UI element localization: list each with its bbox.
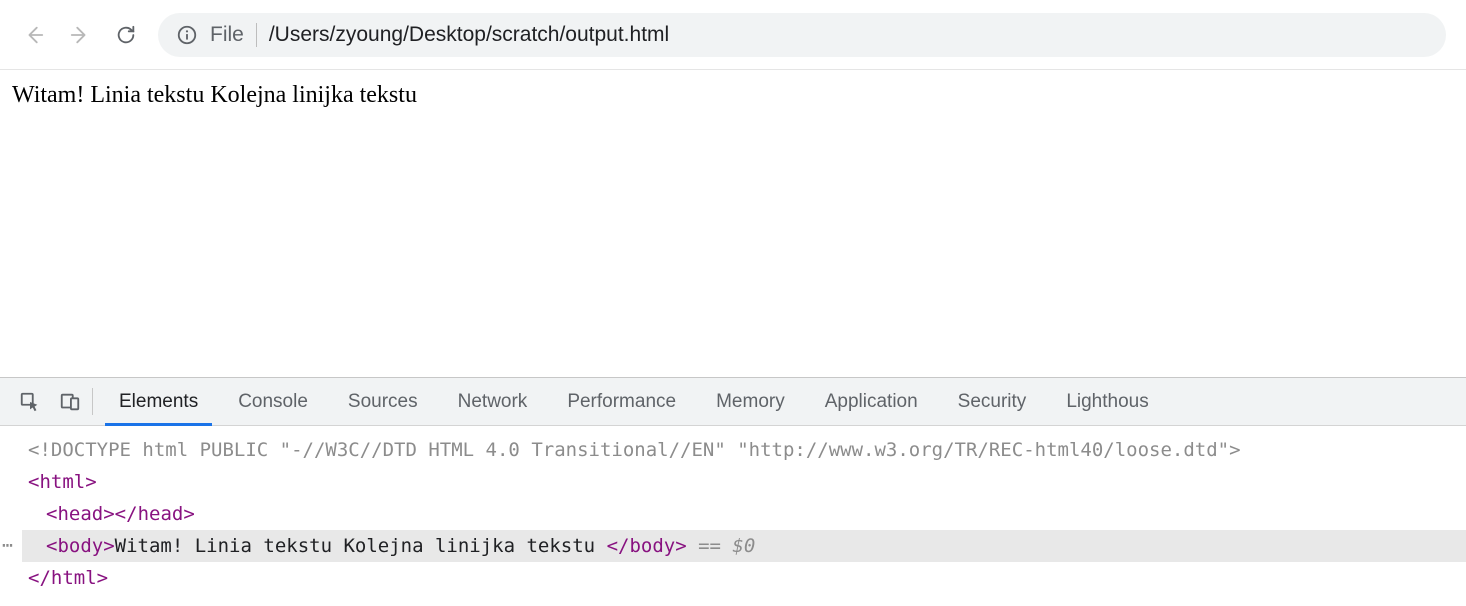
selected-node-indicator: == $0 [687,535,756,557]
tab-security[interactable]: Security [938,378,1047,425]
body-text-node: Witam! Linia tekstu Kolejna linijka teks… [115,535,607,557]
dom-html-close[interactable]: </html> [22,562,1466,594]
url-path: /Users/zyoung/Desktop/scratch/output.htm… [269,23,669,47]
tab-performance[interactable]: Performance [547,378,696,425]
dom-html-open[interactable]: <html> [22,466,1466,498]
tab-label: Performance [567,391,676,413]
back-button[interactable] [20,21,48,49]
expand-dots-icon[interactable]: ⋯ [2,530,14,562]
tab-label: Console [238,391,308,413]
tab-application[interactable]: Application [805,378,938,425]
elements-tree[interactable]: <!DOCTYPE html PUBLIC "-//W3C//DTD HTML … [0,426,1466,606]
tab-console[interactable]: Console [218,378,328,425]
inspect-element-button[interactable] [10,378,50,425]
address-divider [256,23,257,47]
info-icon[interactable] [176,24,198,46]
arrow-left-icon [23,24,45,46]
tab-lighthouse[interactable]: Lighthous [1046,378,1168,425]
doctype-text: <!DOCTYPE html PUBLIC "-//W3C//DTD HTML … [28,439,1241,461]
page-body: Witam! Linia tekstu Kolejna linijka teks… [0,70,1466,377]
tab-network[interactable]: Network [438,378,548,425]
url-scheme: File [210,23,244,47]
address-bar[interactable]: File /Users/zyoung/Desktop/scratch/outpu… [158,13,1446,57]
tab-memory[interactable]: Memory [696,378,805,425]
device-icon [59,391,81,413]
tab-label: Application [825,391,918,413]
dom-head[interactable]: <head></head> [22,498,1466,530]
forward-button[interactable] [66,21,94,49]
devtools-tab-divider [92,388,93,415]
tab-elements[interactable]: Elements [99,378,218,425]
browser-toolbar: File /Users/zyoung/Desktop/scratch/outpu… [0,0,1466,70]
tab-label: Network [458,391,528,413]
reload-icon [115,24,137,46]
tab-label: Sources [348,391,418,413]
dom-doctype[interactable]: <!DOCTYPE html PUBLIC "-//W3C//DTD HTML … [22,434,1466,466]
tab-label: Security [958,391,1027,413]
tab-label: Memory [716,391,785,413]
devtools-tabbar: Elements Console Sources Network Perform… [0,378,1466,426]
arrow-right-icon [69,24,91,46]
page-text: Witam! Linia tekstu Kolejna linijka teks… [12,82,417,108]
dom-body[interactable]: ⋯ <body>Witam! Linia tekstu Kolejna lini… [22,530,1466,562]
tab-label: Elements [119,391,198,413]
devtools-panel: Elements Console Sources Network Perform… [0,377,1466,606]
tab-label: Lighthous [1066,391,1148,413]
reload-button[interactable] [112,21,140,49]
tab-sources[interactable]: Sources [328,378,438,425]
device-toolbar-button[interactable] [50,378,90,425]
inspect-icon [19,391,41,413]
